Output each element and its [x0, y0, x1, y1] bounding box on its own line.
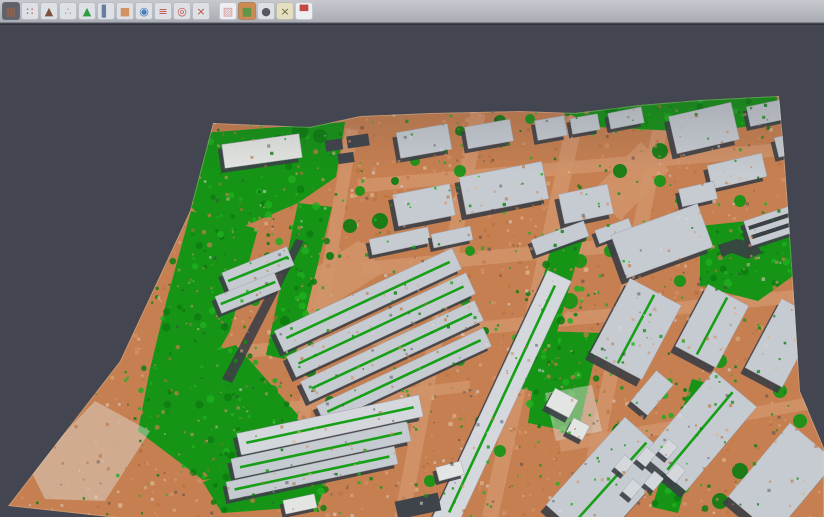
toolbar-button-dsm-terrain[interactable]: ▲ [40, 2, 58, 20]
toolbar-button-texture-box[interactable]: × [276, 2, 294, 20]
toolbar-button-clip-region[interactable]: × [192, 2, 210, 20]
toolbar: ▦ ∷ ▲ ∴ ▲ ▌ ■ ◉ ≡ ◎ × ▨ ▩ ● × ▀ [0, 0, 824, 23]
toolbar-button-orthomosaic[interactable]: ■ [116, 2, 134, 20]
toolbar-button-report-flag[interactable]: ▀ [295, 2, 313, 20]
toolbar-button-ruler[interactable]: ▌ [97, 2, 115, 20]
viewport-3d[interactable] [0, 24, 824, 517]
region-target-icon: ◎ [177, 6, 187, 17]
report-flag-icon: ▀ [300, 6, 308, 17]
scene-svg [0, 25, 824, 517]
photos-icon: ▦ [6, 6, 16, 17]
dtm-terrain-icon: ▲ [83, 6, 91, 17]
toolbar-button-classification[interactable]: ▩ [238, 2, 256, 20]
globe-view-icon: ◉ [139, 6, 149, 17]
toolbar-button-dark-sphere[interactable]: ● [257, 2, 275, 20]
orthomosaic-icon: ■ [120, 6, 130, 17]
clip-region-icon: × [196, 6, 205, 17]
sparse-cloud-icon: ∴ [65, 6, 72, 17]
toolbar-button-photos[interactable]: ▦ [2, 2, 20, 20]
toolbar-button-mesh-grid[interactable]: ▨ [219, 2, 237, 20]
mesh-grid-icon: ▨ [223, 6, 233, 17]
classification-icon: ▩ [242, 6, 252, 17]
dark-sphere-icon: ● [261, 6, 271, 17]
toolbar-button-region-target[interactable]: ◎ [173, 2, 191, 20]
toolbar-button-sparse-cloud[interactable]: ∴ [59, 2, 77, 20]
toolbar-button-dtm-terrain[interactable]: ▲ [78, 2, 96, 20]
contours-icon: ≡ [158, 6, 167, 17]
dsm-terrain-icon: ▲ [45, 6, 53, 17]
ruler-icon: ▌ [102, 6, 110, 17]
texture-box-icon: × [280, 6, 289, 17]
toolbar-button-globe-view[interactable]: ◉ [135, 2, 153, 20]
toolbar-button-contours[interactable]: ≡ [154, 2, 172, 20]
align-points-icon: ∷ [27, 6, 34, 17]
toolbar-button-align-points[interactable]: ∷ [21, 2, 39, 20]
app-window: ▦ ∷ ▲ ∴ ▲ ▌ ■ ◉ ≡ ◎ × ▨ ▩ ● × ▀ [0, 0, 824, 517]
